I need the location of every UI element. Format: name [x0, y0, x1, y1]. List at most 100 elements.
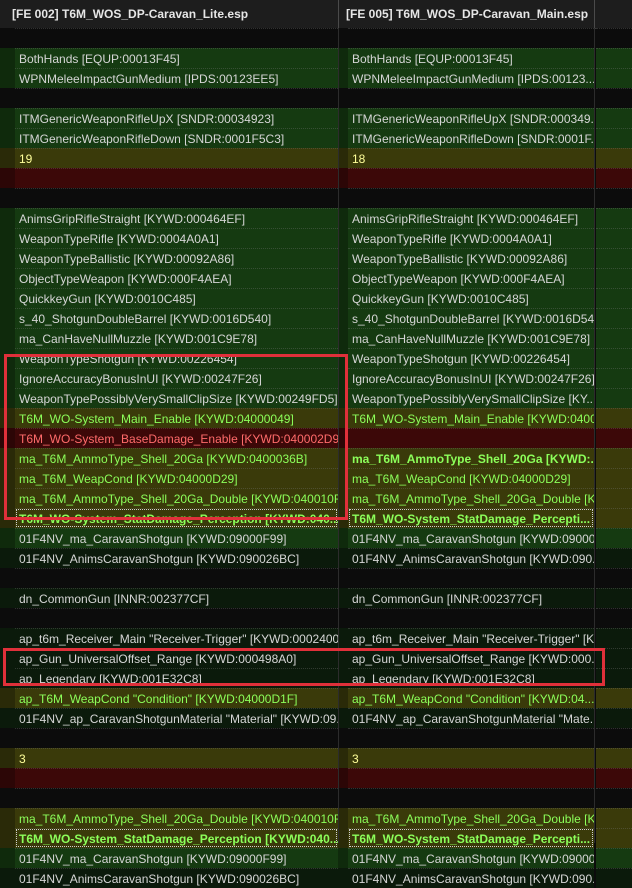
cell-main-esp[interactable]: 01F4NV_AnimsCaravanShotgun [KYWD:090...: [348, 548, 594, 568]
table-row[interactable]: [0, 728, 632, 748]
cell-lite-esp[interactable]: WeaponTypePossiblyVerySmallClipSize [KYW…: [15, 388, 338, 408]
table-row[interactable]: ObjectTypeWeapon [KYWD:000F4AEA] ObjectTy…: [0, 268, 632, 288]
table-row[interactable]: ap_Legendary [KYWD:001E32C8] ap_Legendary…: [0, 668, 632, 688]
cell-next-plugin[interactable]: [596, 108, 632, 128]
cell-next-plugin[interactable]: [596, 288, 632, 308]
cell-next-plugin[interactable]: [596, 468, 632, 488]
table-row[interactable]: 01F4NV_ma_CaravanShotgun [KYWD:09000F99]…: [0, 528, 632, 548]
cell-lite-esp[interactable]: ap_Gun_UniversalOffset_Range [KYWD:00049…: [15, 648, 338, 668]
table-row[interactable]: [0, 768, 632, 788]
cell-main-esp[interactable]: [348, 188, 594, 208]
cell-main-esp[interactable]: T6M_WO-System_StatDamage_Percepti...: [348, 508, 594, 528]
cell-next-plugin[interactable]: [596, 328, 632, 348]
cell-lite-esp[interactable]: AnimsGripRifleStraight [KYWD:000464EF]: [15, 208, 338, 228]
table-row[interactable]: WPNMeleeImpactGunMedium [IPDS:00123EE5] W…: [0, 68, 632, 88]
cell-lite-esp[interactable]: [15, 568, 338, 588]
cell-next-plugin[interactable]: [596, 768, 632, 788]
table-row[interactable]: IgnoreAccuracyBonusInUI [KYWD:00247F26] I…: [0, 368, 632, 388]
table-row[interactable]: BothHands [EQUP:00013F45] BothHands [EQUP…: [0, 48, 632, 68]
column-header-lite-esp[interactable]: [FE 002] T6M_WOS_DP-Caravan_Lite.esp: [12, 0, 332, 28]
cell-lite-esp[interactable]: [15, 608, 338, 628]
cell-lite-esp[interactable]: BothHands [EQUP:00013F45]: [15, 48, 338, 68]
cell-lite-esp[interactable]: T6M_WO-System_BaseDamage_Enable [KYWD:04…: [15, 428, 338, 448]
table-row[interactable]: ma_T6M_WeapCond [KYWD:04000D29] ma_T6M_We…: [0, 468, 632, 488]
table-row[interactable]: T6M_WO-System_Main_Enable [KYWD:04000049…: [0, 408, 632, 428]
cell-main-esp[interactable]: ap_Legendary [KYWD:001E32C8]: [348, 668, 594, 688]
cell-lite-esp[interactable]: ap_t6m_Receiver_Main "Receiver-Trigger" …: [15, 628, 338, 648]
table-row[interactable]: s_40_ShotgunDoubleBarrel [KYWD:0016D540]…: [0, 308, 632, 328]
cell-lite-esp[interactable]: s_40_ShotgunDoubleBarrel [KYWD:0016D540]: [15, 308, 338, 328]
table-row[interactable]: dn_CommonGun [INNR:002377CF] dn_CommonGun…: [0, 588, 632, 608]
cell-next-plugin[interactable]: [596, 388, 632, 408]
cell-next-plugin[interactable]: [596, 168, 632, 188]
cell-main-esp[interactable]: 01F4NV_ap_CaravanShotgunMaterial "Mate..…: [348, 708, 594, 728]
table-row[interactable]: 01F4NV_AnimsCaravanShotgun [KYWD:090026B…: [0, 548, 632, 568]
table-row[interactable]: ma_CanHaveNullMuzzle [KYWD:001C9E78] ma_C…: [0, 328, 632, 348]
table-row[interactable]: WeaponTypeRifle [KYWD:0004A0A1] WeaponTyp…: [0, 228, 632, 248]
cell-next-plugin[interactable]: [596, 688, 632, 708]
cell-main-esp[interactable]: 01F4NV_ma_CaravanShotgun [KYWD:09000...: [348, 848, 594, 868]
cell-next-plugin[interactable]: [596, 868, 632, 888]
cell-lite-esp[interactable]: T6M_WO-System_Main_Enable [KYWD:04000049…: [15, 408, 338, 428]
table-row[interactable]: WeaponTypePossiblyVerySmallClipSize [KYW…: [0, 388, 632, 408]
cell-lite-esp[interactable]: dn_CommonGun [INNR:002377CF]: [15, 588, 338, 608]
cell-next-plugin[interactable]: [596, 68, 632, 88]
cell-next-plugin[interactable]: [596, 228, 632, 248]
cell-main-esp[interactable]: ap_Gun_UniversalOffset_Range [KYWD:000..…: [348, 648, 594, 668]
cell-lite-esp[interactable]: [15, 188, 338, 208]
cell-next-plugin[interactable]: [596, 588, 632, 608]
cell-main-esp[interactable]: ap_t6m_Receiver_Main "Receiver-Trigger" …: [348, 628, 594, 648]
cell-lite-esp[interactable]: ma_T6M_AmmoType_Shell_20Ga [KYWD:0400036…: [15, 448, 338, 468]
table-row[interactable]: ITMGenericWeaponRifleUpX [SNDR:00034923]…: [0, 108, 632, 128]
cell-next-plugin[interactable]: [596, 268, 632, 288]
cell-next-plugin[interactable]: [596, 148, 632, 168]
table-row[interactable]: 33: [0, 748, 632, 768]
cell-next-plugin[interactable]: [596, 208, 632, 228]
cell-next-plugin[interactable]: [596, 628, 632, 648]
cell-next-plugin[interactable]: [596, 248, 632, 268]
cell-lite-esp[interactable]: [15, 88, 338, 108]
cell-main-esp[interactable]: ma_CanHaveNullMuzzle [KYWD:001C9E78]: [348, 328, 594, 348]
table-row[interactable]: [0, 168, 632, 188]
cell-lite-esp[interactable]: WPNMeleeImpactGunMedium [IPDS:00123EE5]: [15, 68, 338, 88]
cell-next-plugin[interactable]: [596, 428, 632, 448]
cell-lite-esp[interactable]: [15, 768, 338, 788]
table-row[interactable]: AnimsGripRifleStraight [KYWD:000464EF] An…: [0, 208, 632, 228]
cell-next-plugin[interactable]: [596, 48, 632, 68]
cell-lite-esp[interactable]: ma_T6M_AmmoType_Shell_20Ga_Double [KYWD:…: [15, 808, 338, 828]
cell-lite-esp[interactable]: 01F4NV_ma_CaravanShotgun [KYWD:09000F99]: [15, 528, 338, 548]
table-row[interactable]: [0, 788, 632, 808]
cell-lite-esp[interactable]: 3: [15, 748, 338, 768]
cell-lite-esp[interactable]: ma_T6M_WeapCond [KYWD:04000D29]: [15, 468, 338, 488]
cell-main-esp[interactable]: [348, 28, 594, 48]
cell-next-plugin[interactable]: [596, 808, 632, 828]
cell-main-esp[interactable]: T6M_WO-System_StatDamage_Percepti...: [348, 828, 594, 848]
cell-next-plugin[interactable]: [596, 848, 632, 868]
cell-main-esp[interactable]: [348, 168, 594, 188]
cell-next-plugin[interactable]: [596, 348, 632, 368]
cell-lite-esp[interactable]: ma_CanHaveNullMuzzle [KYWD:001C9E78]: [15, 328, 338, 348]
cell-lite-esp[interactable]: WeaponTypeRifle [KYWD:0004A0A1]: [15, 228, 338, 248]
cell-main-esp[interactable]: s_40_ShotgunDoubleBarrel [KYWD:0016D540]: [348, 308, 594, 328]
cell-main-esp[interactable]: IgnoreAccuracyBonusInUI [KYWD:00247F26]: [348, 368, 594, 388]
cell-main-esp[interactable]: BothHands [EQUP:00013F45]: [348, 48, 594, 68]
table-row[interactable]: ap_T6M_WeapCond "Condition" [KYWD:04000D…: [0, 688, 632, 708]
table-row[interactable]: 01F4NV_ap_CaravanShotgunMaterial "Materi…: [0, 708, 632, 728]
cell-lite-esp[interactable]: T6M_WO-System_StatDamage_Perception [KYW…: [15, 508, 338, 528]
cell-main-esp[interactable]: WeaponTypeShotgun [KYWD:00226454]: [348, 348, 594, 368]
cell-lite-esp[interactable]: 01F4NV_ap_CaravanShotgunMaterial "Materi…: [15, 708, 338, 728]
cell-lite-esp[interactable]: ITMGenericWeaponRifleDown [SNDR:0001F5C3…: [15, 128, 338, 148]
cell-main-esp[interactable]: ma_T6M_AmmoType_Shell_20Ga_Double [K...: [348, 808, 594, 828]
cell-main-esp[interactable]: QuickkeyGun [KYWD:0010C485]: [348, 288, 594, 308]
cell-main-esp[interactable]: [348, 428, 594, 448]
cell-main-esp[interactable]: 3: [348, 748, 594, 768]
cell-main-esp[interactable]: ObjectTypeWeapon [KYWD:000F4AEA]: [348, 268, 594, 288]
cell-lite-esp[interactable]: WeaponTypeBallistic [KYWD:00092A86]: [15, 248, 338, 268]
cell-main-esp[interactable]: [348, 788, 594, 808]
cell-main-esp[interactable]: 01F4NV_ma_CaravanShotgun [KYWD:09000...: [348, 528, 594, 548]
table-row[interactable]: 01F4NV_AnimsCaravanShotgun [KYWD:090026B…: [0, 868, 632, 888]
cell-main-esp[interactable]: [348, 568, 594, 588]
cell-next-plugin[interactable]: [596, 28, 632, 48]
table-row[interactable]: T6M_WO-System_StatDamage_Perception [KYW…: [0, 828, 632, 848]
cell-lite-esp[interactable]: [15, 728, 338, 748]
